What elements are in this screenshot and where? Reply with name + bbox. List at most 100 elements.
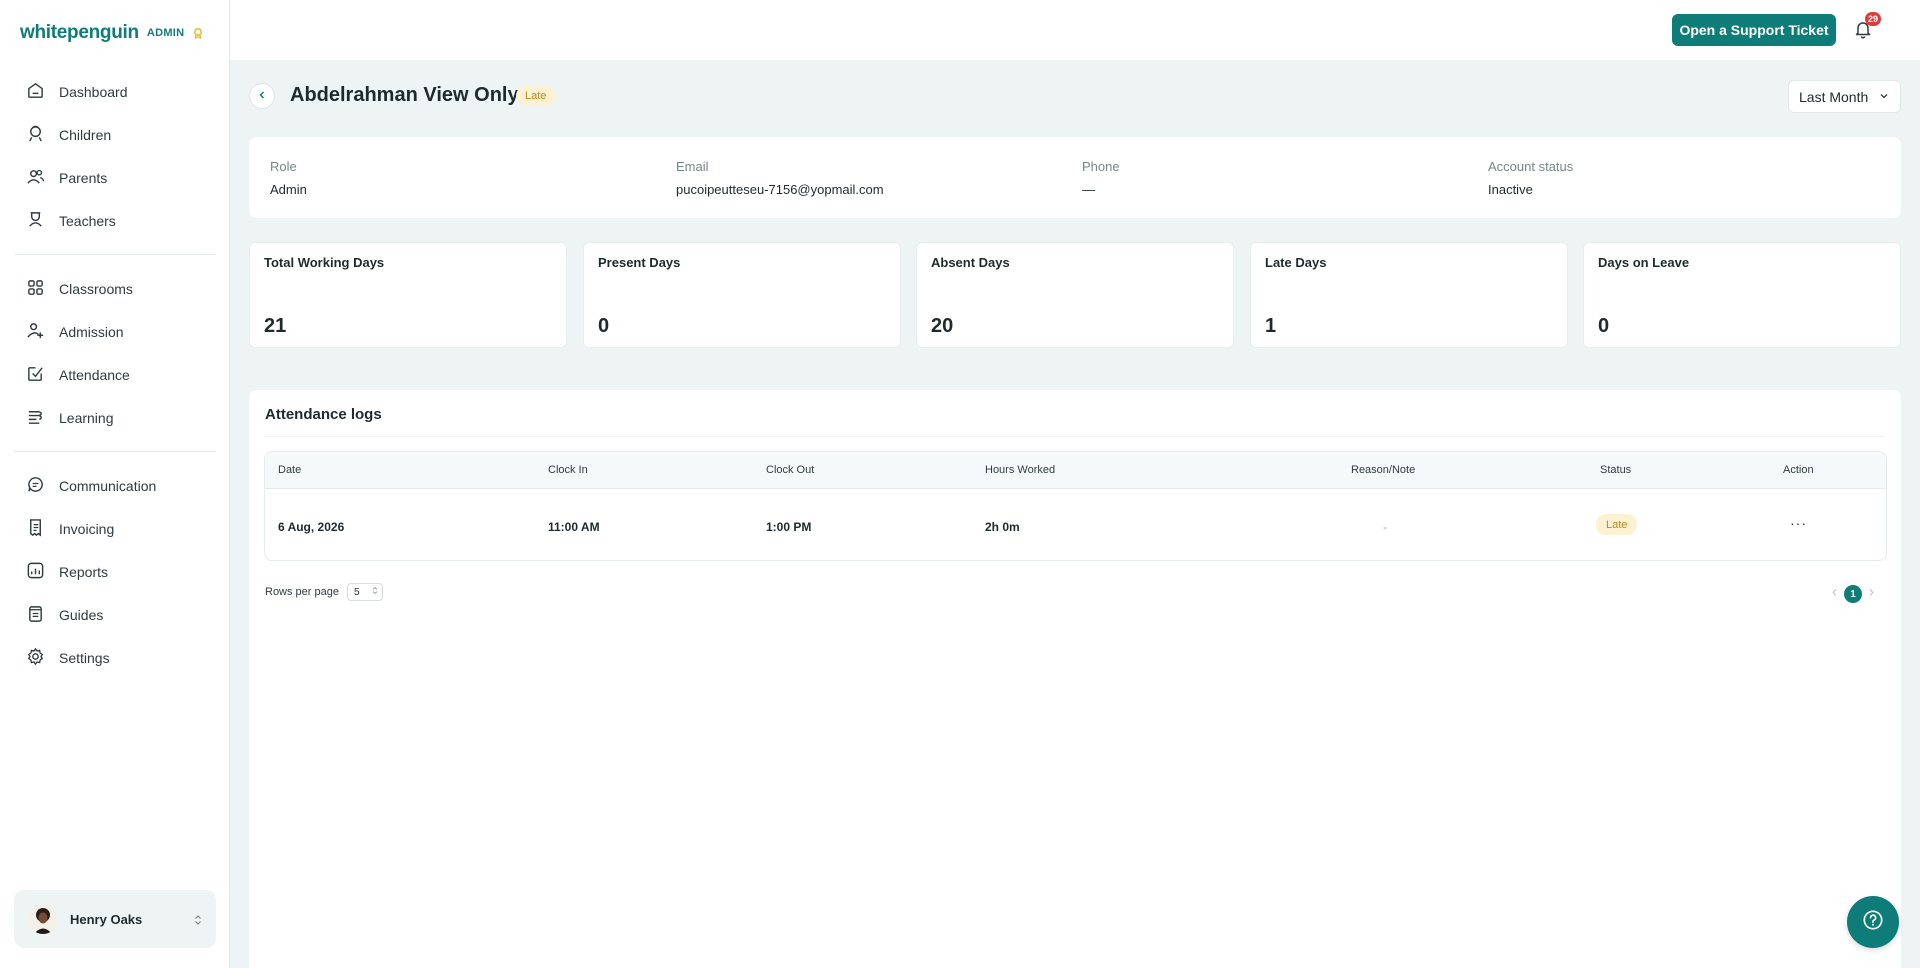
sidebar-item-label: Communication [59, 477, 157, 494]
sidebar-item-label: Reports [59, 563, 109, 580]
more-actions-button[interactable]: ··· [1790, 515, 1807, 531]
page-number-button[interactable]: 1 [1844, 585, 1862, 603]
reports-icon [26, 561, 45, 583]
guides-icon [26, 604, 45, 626]
column-header-date[interactable]: Date [278, 464, 301, 476]
sidebar-item-children[interactable]: Children [14, 113, 216, 156]
phone-value: — [1082, 182, 1095, 197]
sidebar-item-invoicing[interactable]: Invoicing [14, 507, 216, 550]
settings-icon [26, 647, 45, 669]
sidebar: whitepenguin ADMIN Dashboard Children Pa… [0, 0, 230, 968]
account-status-label: Account status [1488, 159, 1574, 174]
rows-per-page-value: 5 [354, 586, 360, 598]
stat-late-days: Late Days 1 [1250, 242, 1568, 348]
sidebar-item-label: Guides [59, 606, 104, 623]
rows-per-page: Rows per page 5 [265, 583, 383, 601]
rows-per-page-label: Rows per page [265, 586, 339, 598]
period-select[interactable]: Last Month [1788, 80, 1901, 113]
sidebar-item-classrooms[interactable]: Classrooms [14, 267, 216, 310]
learning-icon [26, 407, 45, 429]
period-select-value: Last Month [1799, 88, 1869, 105]
stat-label: Late Days [1265, 255, 1327, 270]
sidebar-item-parents[interactable]: Parents [14, 156, 216, 199]
account-status-field: Account status Inactive [1488, 159, 1573, 197]
sidebar-nav: Dashboard Children Parents Teachers Clas… [14, 70, 216, 679]
section-title: Attendance logs [265, 406, 382, 423]
children-icon [26, 124, 45, 146]
stat-value: 1 [1265, 315, 1277, 337]
sidebar-item-communication[interactable]: Communication [14, 464, 216, 507]
attendance-icon [26, 364, 45, 386]
chevron-up-down-icon [192, 913, 204, 925]
sidebar-item-label: Classrooms [59, 280, 133, 297]
cell-clock-in: 11:00 AM [548, 520, 600, 534]
sidebar-item-learning[interactable]: Learning [14, 396, 216, 439]
open-support-ticket-button[interactable]: Open a Support Ticket [1672, 14, 1836, 46]
avatar [28, 904, 58, 934]
rows-per-page-select[interactable]: 5 [347, 583, 383, 601]
profile-info-card: Role Admin Email pucoipeutteseu-7156@yop… [249, 137, 1901, 218]
stat-present-days: Present Days 0 [583, 242, 901, 348]
help-button[interactable] [1847, 896, 1899, 948]
stat-value: 21 [264, 315, 287, 337]
sidebar-item-attendance[interactable]: Attendance [14, 353, 216, 396]
invoicing-icon [26, 518, 45, 540]
sidebar-item-label: Dashboard [59, 83, 128, 100]
page-title: Abdelrahman View Only [290, 84, 519, 106]
attendance-logs-panel: Attendance logs Date Clock In Clock Out … [249, 390, 1901, 968]
sidebar-item-teachers[interactable]: Teachers [14, 199, 216, 242]
previous-page-button[interactable] [1831, 588, 1838, 600]
sidebar-item-label: Parents [59, 169, 108, 186]
teachers-icon [26, 210, 45, 232]
notification-badge: 29 [1865, 12, 1882, 26]
sidebar-item-label: Settings [59, 649, 110, 666]
stat-absent-days: Absent Days 20 [916, 242, 1234, 348]
column-header-clock-out[interactable]: Clock Out [766, 464, 814, 476]
divider [265, 436, 1885, 437]
sidebar-item-label: Invoicing [59, 520, 115, 537]
stat-total-working-days: Total Working Days 21 [249, 242, 567, 348]
sidebar-item-label: Attendance [59, 366, 130, 383]
column-header-clock-in[interactable]: Clock In [548, 464, 588, 476]
stat-value: 0 [598, 315, 610, 337]
cell-clock-out: 1:00 PM [766, 520, 812, 534]
role-label: Role [270, 159, 297, 174]
phone-label: Phone [1082, 159, 1120, 174]
nav-divider [14, 254, 216, 255]
chevron-down-icon [1878, 89, 1890, 105]
stat-label: Present Days [598, 255, 681, 270]
stat-label: Days on Leave [1598, 255, 1690, 270]
role-field: Role Admin [270, 159, 307, 197]
stat-label: Total Working Days [264, 255, 385, 270]
column-header-reason-note[interactable]: Reason/Note [1351, 464, 1415, 476]
topbar: Open a Support Ticket 29 [230, 0, 1920, 60]
communication-icon [26, 475, 45, 497]
stat-value: 20 [931, 315, 954, 337]
next-page-button[interactable] [1868, 588, 1875, 600]
stat-value: 0 [1598, 315, 1610, 337]
back-button[interactable] [249, 83, 275, 109]
table-row: 6 Aug, 2026 11:00 AM 1:00 PM 2h 0m - Lat… [265, 489, 1886, 560]
column-header-status[interactable]: Status [1600, 464, 1631, 476]
phone-field: Phone — [1082, 159, 1120, 197]
nav-divider [14, 451, 216, 452]
cell-reason-note: - [1383, 520, 1387, 534]
account-status-value: Inactive [1488, 182, 1533, 197]
sidebar-item-guides[interactable]: Guides [14, 593, 216, 636]
question-mark-icon [1862, 909, 1884, 936]
email-value: pucoipeutteseu-7156@yopmail.com [676, 182, 884, 197]
email-field: Email pucoipeutteseu-7156@yopmail.com [676, 159, 884, 197]
email-label: Email [676, 159, 709, 174]
brand-role: ADMIN [146, 27, 185, 39]
column-header-hours-worked[interactable]: Hours Worked [985, 464, 1055, 476]
user-menu[interactable]: Henry Oaks [14, 890, 216, 948]
status-badge: Late [516, 86, 556, 106]
dashboard-icon [26, 81, 45, 103]
user-name: Henry Oaks [70, 911, 143, 927]
sidebar-item-dashboard[interactable]: Dashboard [14, 70, 216, 113]
sidebar-item-label: Children [59, 126, 112, 143]
sidebar-item-admission[interactable]: Admission [14, 310, 216, 353]
sidebar-item-reports[interactable]: Reports [14, 550, 216, 593]
sidebar-item-settings[interactable]: Settings [14, 636, 216, 679]
brand[interactable]: whitepenguin ADMIN [20, 22, 204, 44]
